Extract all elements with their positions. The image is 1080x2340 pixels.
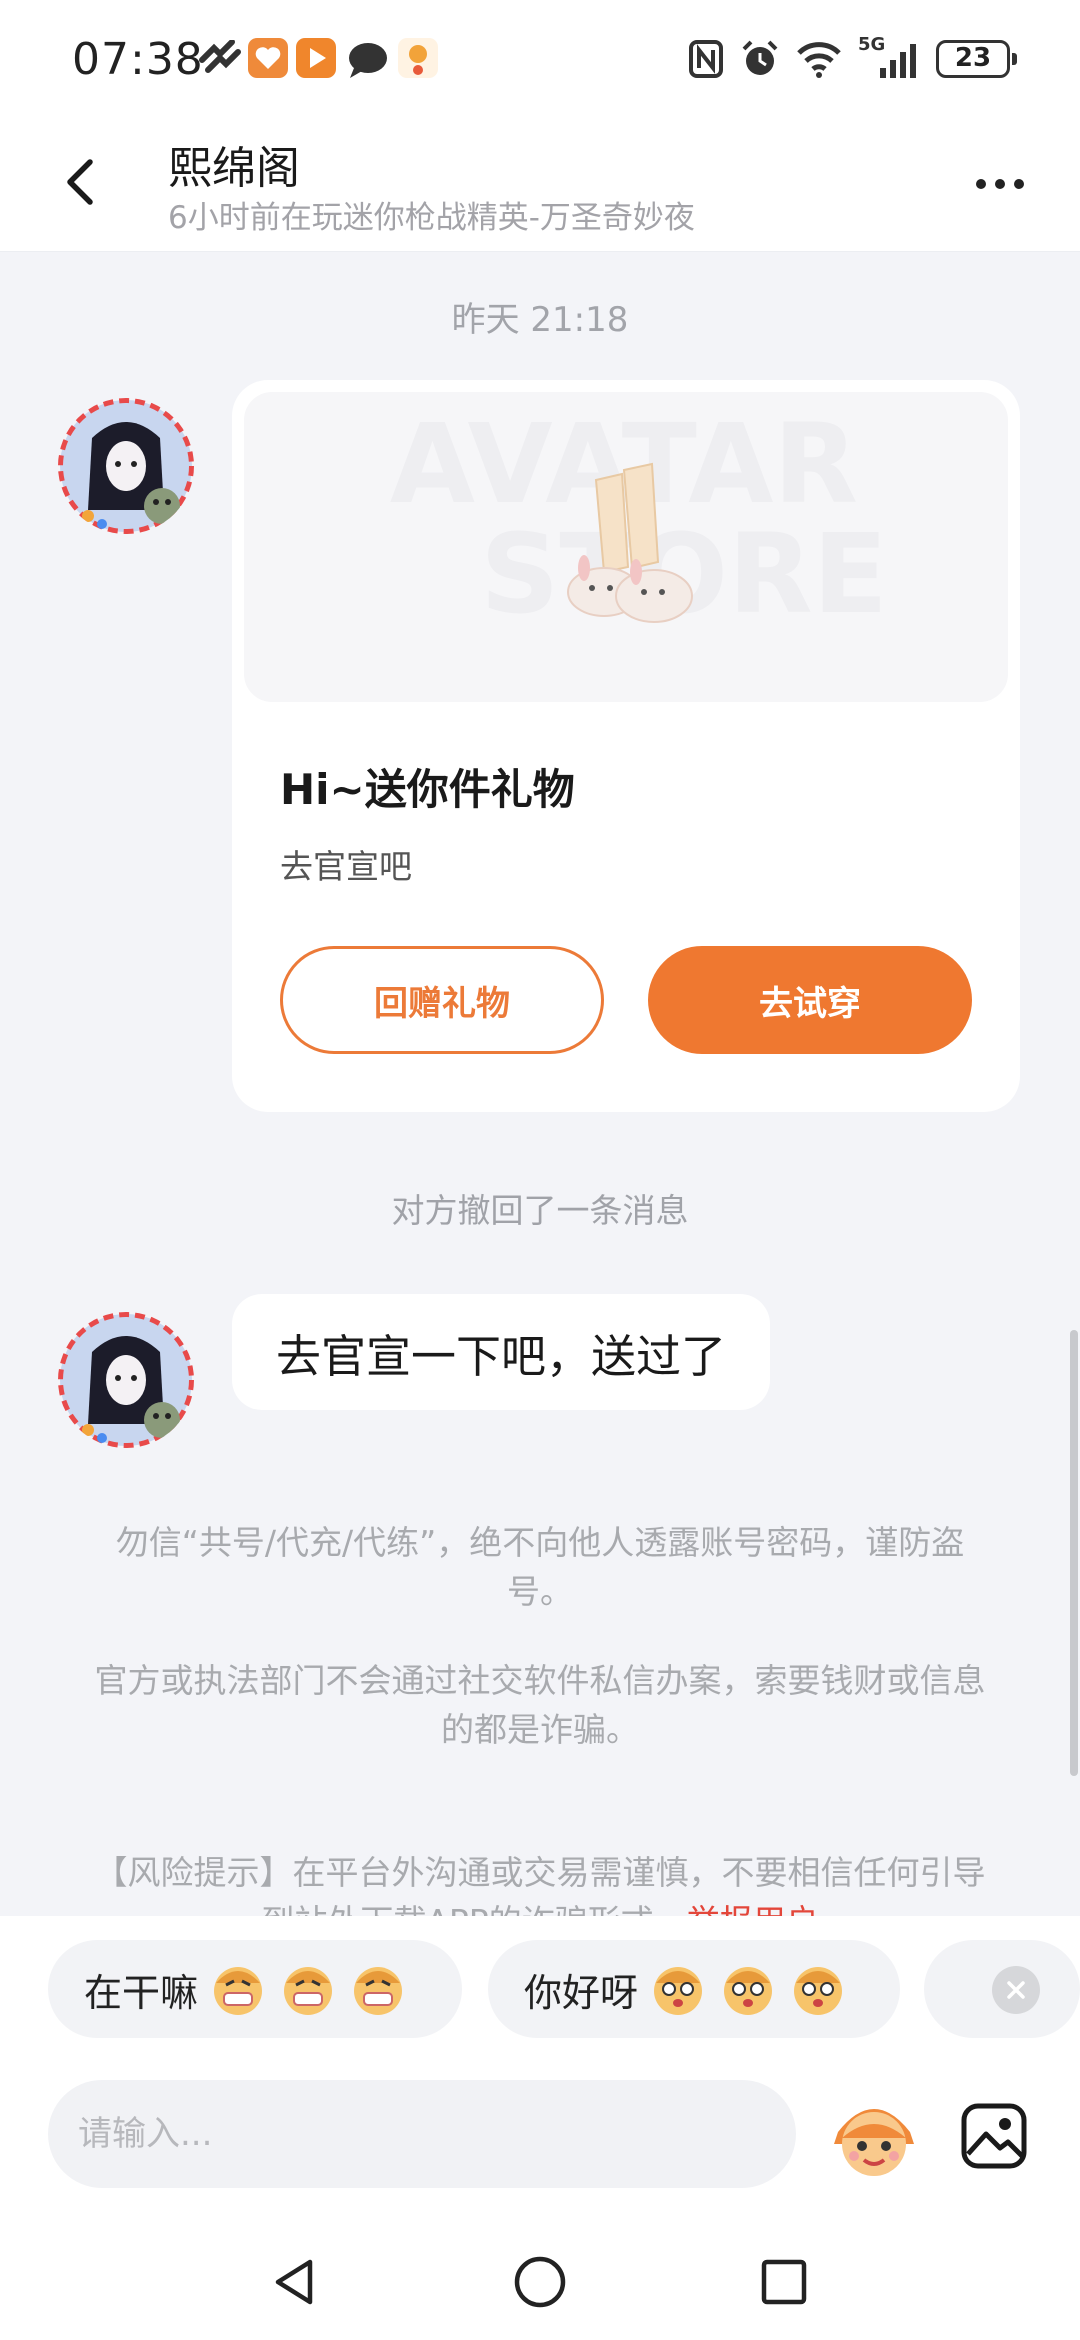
alarm-icon [742, 40, 778, 75]
contact-avatar[interactable] [58, 398, 194, 534]
battery-indicator: 23 [936, 40, 1017, 78]
chat-header: 熙绵阁 6小时前在玩迷你枪战精英-万圣奇妙夜 [0, 118, 1080, 252]
close-icon [1007, 1981, 1025, 1999]
gift-image: AVATAR STORE [244, 392, 1008, 702]
safety-notice: 官方或执法部门不会通过社交软件私信办案，索要钱财或信息的都是诈骗。 [94, 1661, 986, 1749]
grin-emoji-icon [284, 1967, 333, 2015]
return-gift-button[interactable]: 回赠礼物 [280, 946, 604, 1054]
gift-card[interactable]: AVATAR STORE Hi~送你件礼物 去官宣吧 回赠礼物 去试穿 [232, 380, 1020, 1112]
more-dot-icon [995, 179, 1005, 189]
avatar-store-banner: AVATAR STORE [390, 400, 888, 638]
scrollbar[interactable] [1070, 1330, 1078, 1776]
message-bubble[interactable]: 去官宣一下吧，送过了 [232, 1294, 771, 1410]
gift-title: Hi~送你件礼物 [280, 765, 575, 814]
image-icon [961, 2103, 1027, 2169]
more-options-button[interactable] [960, 154, 1040, 214]
nfc-icon [689, 40, 723, 78]
contact-avatar[interactable] [58, 1312, 194, 1448]
close-quick-replies-button[interactable] [992, 1966, 1040, 2014]
grin-emoji-icon [214, 1967, 263, 2015]
system-navigation-bar [0, 2224, 1080, 2340]
wifi-icon [797, 42, 841, 78]
message-input-container[interactable] [48, 2080, 796, 2188]
back-button[interactable] [44, 142, 124, 222]
sticker-button[interactable] [828, 2092, 920, 2184]
more-dot-icon [1014, 179, 1024, 189]
surprised-emoji-icon [794, 1967, 843, 2015]
image-picker-button[interactable] [958, 2100, 1030, 2172]
gift-subtitle: 去官宣吧 [280, 847, 412, 886]
bottom-input-panel: 在干嘛 你好呀 [0, 1916, 1080, 2340]
status-bar: 07:38 5G 23 [0, 0, 1080, 118]
video-app-icon [296, 38, 336, 78]
safety-notice: 勿信“共号/代充/代练”，绝不向他人透露账号密码，谨防盗号。 [115, 1523, 965, 1611]
surprised-emoji-icon [654, 1967, 703, 2015]
contact-status: 6小时前在玩迷你枪战精英-万圣奇妙夜 [168, 200, 695, 236]
message-input[interactable] [78, 2114, 796, 2154]
heart-app-icon [248, 38, 288, 78]
more-dot-icon [976, 179, 986, 189]
recalled-message-notice: 对方撤回了一条消息 [391, 1191, 689, 1230]
contact-name: 熙绵阁 [168, 143, 300, 194]
cellular-signal-icon: 5G [858, 34, 920, 80]
app-notification-icon [199, 40, 241, 73]
nav-back-button[interactable] [266, 2252, 326, 2312]
banner-text-bottom: STORE [480, 510, 888, 638]
quick-reply-chip[interactable]: 你好呀 [488, 1940, 900, 2038]
status-time: 07:38 [72, 34, 204, 85]
message-app-icon [349, 43, 387, 78]
game-app-icon [398, 38, 438, 78]
quick-reply-chip[interactable]: 在干嘛 [48, 1940, 462, 2038]
quick-reply-text: 在干嘛 [84, 1970, 199, 2015]
nav-recents-button[interactable] [754, 2252, 814, 2312]
grin-emoji-icon [354, 1967, 403, 2015]
chat-timestamp: 昨天 21:18 [451, 300, 629, 340]
nav-home-button[interactable] [510, 2252, 570, 2312]
quick-reply-text: 你好呀 [524, 1970, 639, 2015]
surprised-emoji-icon [724, 1967, 773, 2015]
mascot-emoji-icon [834, 2109, 914, 2176]
chevron-left-icon [67, 159, 93, 205]
try-on-button[interactable]: 去试穿 [648, 946, 972, 1054]
